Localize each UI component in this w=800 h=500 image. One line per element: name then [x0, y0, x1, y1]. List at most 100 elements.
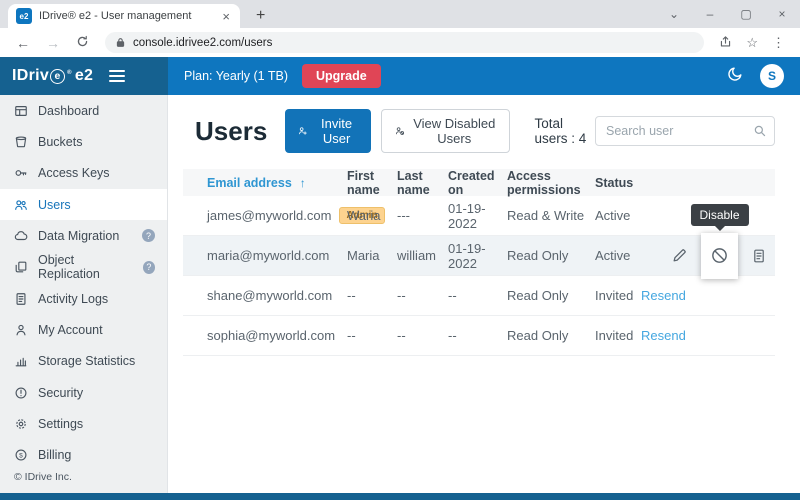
minimize-button[interactable]: – [692, 0, 728, 28]
back-icon[interactable]: ← [10, 35, 36, 51]
reload-icon[interactable] [70, 35, 95, 51]
resend-link[interactable]: Resend [641, 328, 686, 343]
created-on: -- [448, 328, 507, 343]
close-button[interactable]: × [764, 0, 800, 28]
sidebar-item-billing[interactable]: $ Billing [0, 440, 167, 471]
table-row[interactable]: maria@myworld.com Maria william 01-19-20… [183, 236, 775, 276]
tab-title: IDrive® e2 - User management [39, 10, 213, 22]
user-email: sophia@myworld.com [207, 328, 335, 343]
users-icon [14, 198, 28, 212]
help-icon[interactable]: ? [142, 229, 155, 242]
details-document-icon[interactable] [751, 248, 767, 264]
table-row[interactable]: sophia@myworld.com -- -- -- Read Only In… [183, 316, 775, 356]
window-controls: ⌄ – ▢ × [656, 0, 800, 28]
idrive-e2-logo: IDrive®e2 [12, 67, 93, 85]
table-header-row: Email address ↑ First name Last name Cre… [183, 169, 775, 196]
person-add-icon [298, 124, 308, 138]
column-header-first-name[interactable]: First name [347, 169, 397, 197]
help-icon[interactable]: ? [143, 261, 155, 274]
person-disabled-icon [395, 124, 405, 138]
first-name: Waria [347, 208, 397, 223]
user-email: shane@myworld.com [207, 288, 332, 303]
user-email: james@myworld.com [207, 208, 331, 223]
first-name: -- [347, 288, 397, 303]
disable-icon [710, 246, 729, 265]
dark-mode-moon-icon[interactable] [727, 65, 744, 87]
total-users-count: Total users : 4 [534, 116, 595, 146]
sidebar-item-storage-statistics[interactable]: Storage Statistics [0, 346, 167, 377]
disable-tooltip: Disable [690, 204, 748, 226]
column-header-status[interactable]: Status [595, 176, 641, 190]
user-avatar[interactable]: S [760, 64, 784, 88]
resend-link[interactable]: Resend [641, 288, 686, 303]
maximize-button[interactable]: ▢ [728, 0, 764, 28]
column-header-email[interactable]: Email address ↑ [183, 176, 347, 190]
favicon-e2: e2 [16, 8, 32, 24]
user-email: maria@myworld.com [207, 248, 329, 263]
share-icon[interactable] [714, 35, 737, 51]
sort-ascending-icon[interactable]: ↑ [300, 176, 306, 190]
gear-icon [14, 417, 28, 431]
sidebar-item-dashboard[interactable]: Dashboard [0, 95, 167, 126]
table-row[interactable]: james@myworld.com Admin Waria --- 01-19-… [183, 196, 775, 236]
sidebar-item-security[interactable]: Security [0, 377, 167, 408]
browser-tab[interactable]: e2 IDrive® e2 - User management × [8, 4, 240, 28]
sidebar-item-my-account[interactable]: My Account [0, 314, 167, 345]
logs-icon [14, 292, 28, 306]
view-disabled-users-button[interactable]: View Disabled Users [381, 109, 510, 153]
url-field[interactable]: console.idrivee2.com/users [105, 32, 704, 53]
last-name: -- [397, 288, 448, 303]
invite-user-button[interactable]: Invite User [285, 109, 371, 153]
search-box [595, 116, 775, 146]
browser-menu-icon[interactable]: ⋮ [767, 35, 790, 51]
row-actions: Disable [671, 233, 767, 279]
search-icon [753, 124, 767, 138]
edit-pencil-icon[interactable] [671, 247, 688, 264]
last-name: --- [397, 208, 448, 223]
address-bar: ← → console.idrivee2.com/users ☆ ⋮ [0, 28, 800, 57]
sidebar-item-activity-logs[interactable]: Activity Logs [0, 283, 167, 314]
top-bar: Plan: Yearly (1 TB) Upgrade S [168, 57, 800, 95]
upgrade-button[interactable]: Upgrade [302, 64, 381, 88]
hamburger-menu-icon[interactable] [109, 70, 125, 82]
sidebar-item-access-keys[interactable]: Access Keys [0, 158, 167, 189]
sidebar: Dashboard Buckets Access Keys Users Data… [0, 95, 168, 493]
bucket-icon [14, 135, 28, 149]
column-header-created-on[interactable]: Created on [448, 169, 507, 197]
bookmark-star-icon[interactable]: ☆ [741, 35, 763, 51]
sidebar-item-settings[interactable]: Settings [0, 408, 167, 439]
url-text: console.idrivee2.com/users [133, 37, 272, 49]
created-on: 01-19-2022 [448, 241, 507, 271]
billing-dollar-icon: $ [14, 448, 28, 462]
app-header: IDrive®e2 Plan: Yearly (1 TB) Upgrade S [0, 57, 800, 95]
status: Invited [595, 288, 641, 303]
replication-icon [14, 260, 28, 274]
status: Active [595, 208, 641, 223]
svg-text:$: $ [19, 453, 23, 460]
disable-user-button[interactable]: Disable [701, 233, 738, 279]
tab-search-icon[interactable]: ⌄ [656, 0, 692, 28]
sidebar-item-users[interactable]: Users [0, 189, 167, 220]
search-input[interactable] [595, 116, 775, 146]
first-name: Maria [347, 248, 397, 263]
logo-section: IDrive®e2 [0, 57, 168, 95]
plan-label: Plan: Yearly (1 TB) [184, 69, 288, 83]
copyright-text: © IDrive Inc. [0, 471, 167, 493]
lock-icon [115, 37, 126, 48]
bar-chart-icon [14, 354, 28, 368]
sidebar-item-object-replication[interactable]: Object Replication ? [0, 252, 167, 283]
tab-close-icon[interactable]: × [220, 9, 232, 24]
sidebar-item-buckets[interactable]: Buckets [0, 126, 167, 157]
last-name: -- [397, 328, 448, 343]
column-header-last-name[interactable]: Last name [397, 169, 448, 197]
first-name: -- [347, 328, 397, 343]
browser-window: e2 IDrive® e2 - User management × + ⌄ – … [0, 0, 800, 500]
access-permissions: Read & Write [507, 208, 595, 223]
column-header-access-permissions[interactable]: Access permissions [507, 169, 595, 197]
sidebar-item-data-migration[interactable]: Data Migration ? [0, 220, 167, 251]
access-permissions: Read Only [507, 288, 595, 303]
forward-icon[interactable]: → [40, 35, 66, 51]
browser-tab-bar: e2 IDrive® e2 - User management × + ⌄ – … [0, 0, 800, 28]
table-row[interactable]: shane@myworld.com -- -- -- Read Only Inv… [183, 276, 775, 316]
new-tab-button[interactable]: + [250, 7, 271, 25]
